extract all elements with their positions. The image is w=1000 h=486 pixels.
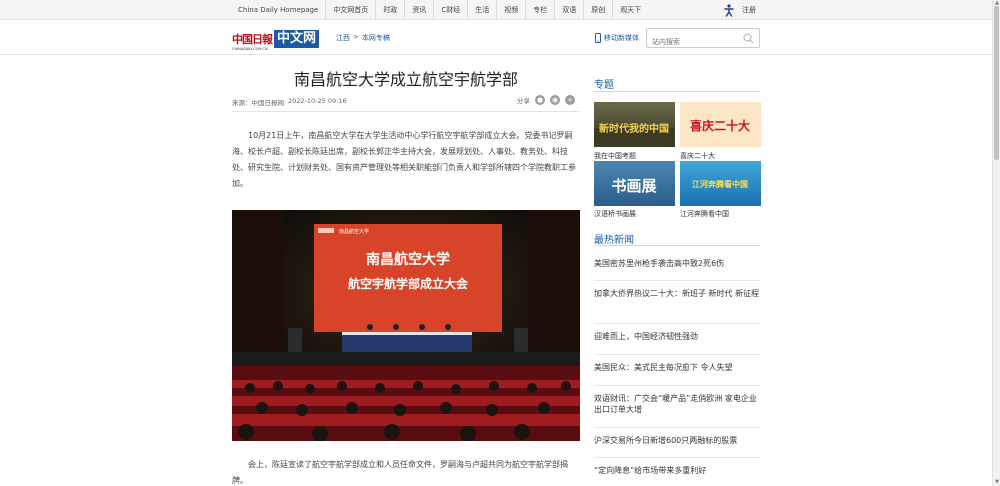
top-nav-item[interactable]: 时政 <box>375 0 404 20</box>
hot-news-item[interactable]: 迎难而上，中国经济韧性强劲 <box>594 331 760 342</box>
topic-thumb-3[interactable]: 书画展 <box>594 161 675 206</box>
top-nav-item[interactable]: China Daily Homepage <box>232 0 325 20</box>
page-scrollbar[interactable]: ▲ ▼ <box>992 0 1000 486</box>
topic-caption-1[interactable]: 我在中国考题 <box>594 151 636 161</box>
hot-news-item[interactable]: 美国密苏里州枪手袭击高中致2死6伤 <box>594 258 760 269</box>
logo-wordmark: 中国日報 CHINADAILY.COM.CN <box>232 28 273 51</box>
hot-news-title: 最热新闻 <box>594 235 634 246</box>
logo-box-text: 中文网 <box>274 30 320 48</box>
weibo-icon[interactable]: ◉ <box>550 95 560 105</box>
scrollbar-thumb[interactable] <box>994 6 999 160</box>
topic-banner-2-text: 喜庆二十大 <box>690 118 750 133</box>
accessibility-icon[interactable] <box>723 4 735 17</box>
top-nav-item[interactable]: 视频 <box>496 0 525 20</box>
breadcrumb-separator: > <box>353 33 359 41</box>
site-header: 中国日報 CHINADAILY.COM.CN 中文网 江西 > 本网专稿 移动新… <box>0 21 992 55</box>
mobile-media-label: 移动新媒体 <box>604 34 639 42</box>
search-input[interactable] <box>647 33 737 51</box>
hot-news-item[interactable]: 沪深交易所今日新增600只两融标的股票 <box>594 435 760 446</box>
top-nav-item[interactable]: 中文网首页 <box>325 0 375 20</box>
topic-banner-1: 新时代我的中国 <box>594 122 675 147</box>
topic-banner-2: 喜庆二十大 <box>690 118 750 133</box>
hot-news-separator <box>594 427 760 428</box>
top-nav-item[interactable]: 原创 <box>583 0 612 20</box>
topic-thumb-4[interactable]: 江河奔腾看中国 <box>680 161 761 206</box>
topic-thumb-1[interactable]: 新时代我的中国 <box>594 102 675 147</box>
hot-news-separator <box>594 280 760 281</box>
site-search <box>646 28 760 51</box>
scroll-down-arrow[interactable]: ▼ <box>994 479 1000 485</box>
logo-sub-text: CHINADAILY.COM.CN <box>232 46 268 51</box>
hot-news-underline <box>594 245 760 246</box>
search-icon[interactable] <box>743 33 754 44</box>
topic-banner-3: 书画展 <box>611 177 656 195</box>
hot-news-separator <box>594 385 760 386</box>
hot-news-item[interactable]: “定向降息”给市场带来多重利好 <box>594 465 760 476</box>
top-nav: China Daily Homepage 中文网首页 时政 资讯 C财经 生活 视频 专栏 双语… <box>232 0 648 20</box>
china-daily-logo[interactable]: 中国日報 CHINADAILY.COM.CN 中文网 <box>232 28 320 51</box>
top-nav-item[interactable]: 专栏 <box>525 0 554 20</box>
screen-line-1: 南昌航空大学 <box>366 251 450 268</box>
article-photo: 南昌航空大学 南昌航空大学 航空宇航学部成立大会 <box>232 210 580 441</box>
topic-caption-2[interactable]: 喜庆二十大 <box>680 151 715 161</box>
hot-news-separator <box>594 323 760 324</box>
mobile-media-link[interactable]: 移动新媒体 <box>595 33 639 43</box>
hot-news-item[interactable]: 双语财讯：广交会“暖产品”走俏欧洲 家电企业出口订单大增 <box>594 393 760 415</box>
topic-thumb-2[interactable]: 喜庆二十大 <box>680 102 761 147</box>
breadcrumb-jiangxi[interactable]: 江西 <box>336 33 350 43</box>
topic-banner-1-text: 新时代我的中国 <box>599 122 669 135</box>
hot-news-separator <box>594 457 760 458</box>
screen-school-label: 南昌航空大学 <box>339 228 369 235</box>
article-source: 来源：中国日报网 <box>232 99 284 107</box>
share-label: 分享 <box>517 97 530 105</box>
topic-caption-3[interactable]: 汉语桥书画展 <box>594 209 636 219</box>
breadcrumb: 江西 > 本网专稿 <box>336 33 390 43</box>
topic-banner-4: 江河奔腾看中国 <box>692 179 748 189</box>
topic-caption-4[interactable]: 江河奔腾看中国 <box>680 209 729 219</box>
article-title: 南昌航空大学成立航空宇航学部 <box>293 70 518 89</box>
breadcrumb-current[interactable]: 本网专稿 <box>362 33 390 43</box>
top-nav-item[interactable]: 观天下 <box>612 0 648 20</box>
wechat-icon[interactable]: ● <box>535 95 545 105</box>
article-paragraph-2: 会上，陈廷宣读了航空宇航学部成立和人员任命文件，罗嗣海与卢超共同为航空宇航学部揭… <box>232 460 568 485</box>
topic-banner-4-text: 江河奔腾看中国 <box>692 179 748 189</box>
logo-cn-text: 中国日報 <box>232 32 273 46</box>
hot-news-separator <box>594 354 760 355</box>
article-paragraph-1: 10月21日上午，南昌航空大学在大学生活动中心学行航空宇航学部成立大会。党委书记… <box>232 131 576 188</box>
phone-icon <box>595 33 601 43</box>
top-nav-item[interactable]: C财经 <box>433 0 467 20</box>
plus-icon[interactable]: + <box>565 95 575 105</box>
article-time: 2022-10-25 09:16 <box>288 97 347 105</box>
top-nav-item[interactable]: 生活 <box>467 0 496 20</box>
hot-news-item[interactable]: 美国民众：美式民主每况愈下 令人失望 <box>594 362 760 373</box>
ceremony-photo: 南昌航空大学 南昌航空大学 航空宇航学部成立大会 <box>232 210 580 441</box>
top-nav-item[interactable]: 双语 <box>554 0 583 20</box>
article-meta: 来源：中国日报网 2022-10-25 09:16 <box>232 97 347 107</box>
register-link[interactable]: 注册 <box>742 0 756 20</box>
top-nav-item[interactable]: 资讯 <box>404 0 433 20</box>
hot-news-item[interactable]: 加拿大侨界热议二十大：新班子 新时代 新征程 <box>594 288 760 299</box>
screen-line-2: 航空宇航学部成立大会 <box>348 276 469 291</box>
topic-banner-3-text: 书画展 <box>611 177 656 195</box>
share-bar: 分享 ● ◉ + <box>517 95 575 105</box>
top-nav-bar: China Daily Homepage 中文网首页 时政 资讯 C财经 生活 视频 专栏 双语… <box>0 0 992 20</box>
topics-underline <box>594 91 760 92</box>
title-divider <box>232 111 580 112</box>
topics-title: 专题 <box>594 80 614 91</box>
